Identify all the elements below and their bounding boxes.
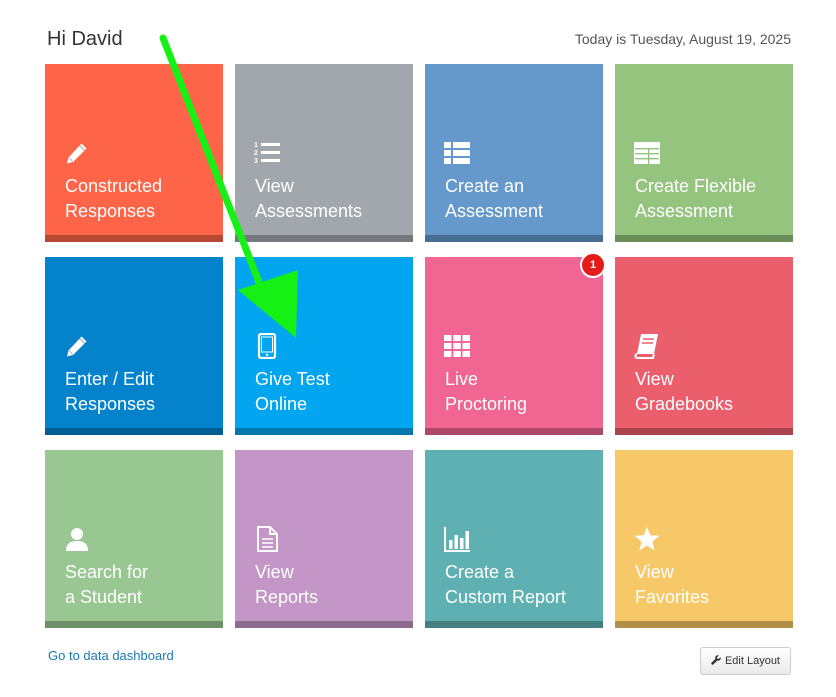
tablet-icon bbox=[254, 333, 280, 359]
svg-text:1: 1 bbox=[254, 142, 258, 149]
document-icon bbox=[254, 526, 280, 552]
wrench-icon bbox=[711, 654, 721, 668]
tile-label: View Gradebooks bbox=[635, 369, 734, 414]
tile-label: View Reports bbox=[255, 562, 319, 607]
user-icon bbox=[64, 526, 90, 552]
tile-label: Search for a Student bbox=[65, 562, 149, 607]
data-dashboard-link[interactable]: Go to data dashboard bbox=[48, 648, 174, 663]
svg-text:3: 3 bbox=[254, 158, 258, 165]
numbered-list-icon: 123 bbox=[254, 140, 280, 166]
tile-constructed-responses[interactable]: Constructed Responses bbox=[45, 64, 223, 242]
tile-view-reports[interactable]: View Reports bbox=[235, 450, 413, 628]
tile-label: Create an Assessment bbox=[445, 176, 544, 221]
edit-layout-label: Edit Layout bbox=[724, 655, 780, 667]
book-icon bbox=[634, 333, 660, 359]
tile-label: Enter / Edit Responses bbox=[65, 369, 156, 414]
tile-create-flexible-assessment[interactable]: Create Flexible Assessment bbox=[615, 64, 793, 242]
tile-label: View Assessments bbox=[255, 176, 363, 221]
tile-create-custom-report[interactable]: Create a Custom Report bbox=[425, 450, 603, 628]
tile-label: Live Proctoring bbox=[445, 369, 528, 414]
list-icon bbox=[444, 140, 470, 166]
greeting: Hi David bbox=[47, 28, 123, 50]
tile-label: Create a Custom Report bbox=[445, 562, 567, 607]
pencil-icon bbox=[64, 140, 90, 166]
bar-chart-icon bbox=[444, 526, 470, 552]
tile-view-gradebooks[interactable]: View Gradebooks bbox=[615, 257, 793, 435]
tile-live-proctoring[interactable]: Live Proctoring 1 bbox=[425, 252, 606, 435]
tile-view-favorites[interactable]: View Favorites bbox=[615, 450, 793, 628]
tile-label: Constructed Responses bbox=[65, 176, 163, 221]
tile-view-assessments[interactable]: 123 View Assessments bbox=[235, 64, 413, 242]
table-icon bbox=[634, 140, 660, 166]
tile-enter-edit-responses[interactable]: Enter / Edit Responses bbox=[45, 257, 223, 435]
date-display: Today is Tuesday, August 19, 2025 bbox=[574, 31, 791, 47]
tile-grid: Constructed Responses 123 View Assessments… bbox=[45, 64, 793, 628]
edit-layout-button[interactable]: Edit Layout bbox=[699, 647, 791, 675]
tile-label: Give Test Online bbox=[255, 369, 330, 414]
notification-badge: 1 bbox=[580, 252, 606, 278]
tile-create-assessment[interactable]: Create an Assessment bbox=[425, 64, 603, 242]
star-icon bbox=[634, 526, 660, 552]
pencil-icon bbox=[64, 333, 90, 359]
grid-icon bbox=[444, 333, 470, 359]
tile-label: View Favorites bbox=[635, 562, 710, 607]
tile-label: Create Flexible Assessment bbox=[635, 176, 757, 221]
svg-text:2: 2 bbox=[254, 150, 258, 157]
tile-give-test-online[interactable]: Give Test Online bbox=[235, 257, 413, 435]
tile-search-student[interactable]: Search for a Student bbox=[45, 450, 223, 628]
